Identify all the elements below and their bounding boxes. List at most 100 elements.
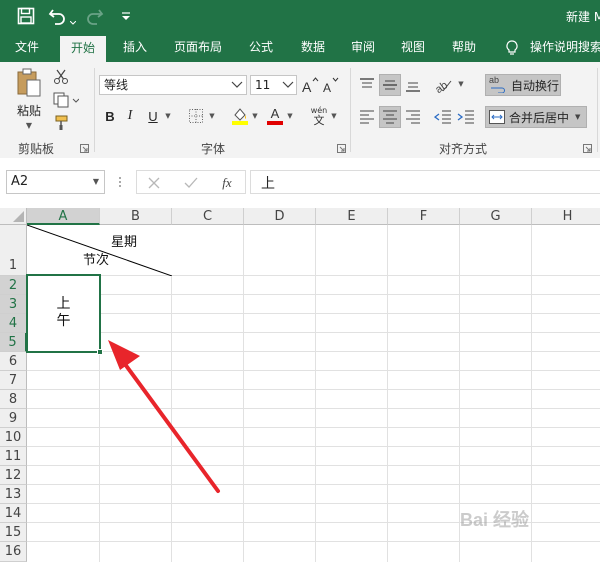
align-bottom-icon[interactable] (402, 74, 424, 96)
tab-page-layout[interactable]: 页面布局 (166, 32, 230, 62)
increase-indent-icon[interactable] (455, 106, 477, 128)
column-header-h[interactable]: H (532, 208, 600, 225)
cancel-icon[interactable] (145, 174, 163, 192)
underline-button[interactable]: U (145, 106, 161, 126)
row-header-5[interactable]: 5 (0, 333, 27, 352)
column-header-a[interactable]: A (27, 208, 100, 225)
column-header-e[interactable]: E (316, 208, 388, 225)
row-header-3[interactable]: 3 (0, 295, 27, 314)
font-name-dropdown-icon[interactable] (230, 78, 244, 92)
paste-dropdown-icon: ▼ (25, 121, 33, 130)
tab-insert[interactable]: 插入 (113, 32, 157, 62)
tab-review[interactable]: 审阅 (342, 32, 384, 62)
borders-dropdown-icon[interactable]: ▼ (208, 112, 216, 120)
decrease-font-icon[interactable]: A (322, 75, 340, 95)
clipboard-icon (16, 68, 42, 98)
row-header-1[interactable]: 1 (0, 225, 27, 276)
tab-help[interactable]: 帮助 (443, 32, 485, 62)
save-icon[interactable] (17, 7, 35, 25)
row-header-6[interactable]: 6 (0, 352, 27, 371)
divider (350, 68, 351, 152)
tab-file[interactable]: 文件 (6, 32, 48, 62)
formula-input[interactable]: 上 (250, 170, 600, 194)
column-header-b[interactable]: B (100, 208, 172, 225)
tab-home[interactable]: 开始 (60, 36, 106, 62)
align-top-icon[interactable] (356, 74, 378, 96)
window-title: 新建 M (566, 10, 600, 24)
font-launcher-icon[interactable] (337, 144, 346, 153)
gridline (100, 294, 600, 295)
underline-dropdown-icon[interactable]: ▼ (164, 112, 172, 120)
align-middle-icon[interactable] (379, 74, 401, 96)
insert-function-button[interactable]: fx (217, 174, 237, 192)
ribbon-tabs: 文件 开始 插入 页面布局 公式 数据 审阅 视图 帮助 操作说明搜索 (0, 32, 600, 62)
enter-icon[interactable] (182, 174, 200, 192)
row-header-7[interactable]: 7 (0, 371, 27, 390)
fill-color-icon[interactable] (231, 106, 249, 126)
phonetic-base-glyph: 文 (313, 113, 325, 127)
column-header-g[interactable]: G (460, 208, 532, 225)
row-header-16[interactable]: 16 (0, 542, 27, 562)
tab-view[interactable]: 视图 (392, 32, 434, 62)
clipboard-launcher-icon[interactable] (80, 144, 89, 153)
row-header-12[interactable]: 12 (0, 466, 27, 485)
row-header-9[interactable]: 9 (0, 409, 27, 428)
merged-cell-a1-b1[interactable]: 星期 节次 (27, 225, 172, 276)
gridline (27, 503, 600, 504)
copy-icon[interactable] (52, 91, 80, 109)
undo-icon[interactable] (48, 7, 68, 25)
tab-formulas[interactable]: 公式 (240, 32, 282, 62)
phonetic-icon[interactable]: wén 文 (308, 105, 330, 127)
format-painter-icon[interactable] (52, 114, 70, 132)
bold-button[interactable]: B (102, 106, 118, 126)
merge-center-icon (489, 110, 505, 124)
fill-color-dropdown-icon[interactable]: ▼ (251, 112, 259, 120)
alignment-launcher-icon[interactable] (583, 144, 592, 153)
cut-icon[interactable] (52, 68, 70, 86)
column-header-c[interactable]: C (172, 208, 244, 225)
font-name-box[interactable]: 等线 (99, 75, 247, 95)
merge-center-label: 合并后居中 (509, 110, 570, 125)
redo-icon[interactable] (84, 7, 104, 25)
font-size-dropdown-icon[interactable] (281, 78, 295, 92)
orientation-dropdown-icon[interactable]: ▼ (457, 80, 465, 88)
title-bar: 新建 M (0, 0, 600, 32)
align-center-icon[interactable] (379, 106, 401, 128)
customize-toolbar-icon[interactable] (121, 11, 131, 21)
tell-me-search[interactable]: 操作说明搜索 (530, 32, 600, 62)
row-header-2[interactable]: 2 (0, 276, 27, 295)
column-header-d[interactable]: D (244, 208, 316, 225)
font-color-dropdown-icon[interactable]: ▼ (286, 112, 294, 120)
svg-text:A: A (323, 81, 331, 94)
row-header-13[interactable]: 13 (0, 485, 27, 504)
worksheet-grid[interactable]: A B C D E F G H 1 2 3 4 5 6 7 8 9 10 11 … (0, 208, 600, 562)
font-group-label: 字体 (201, 142, 226, 156)
italic-button[interactable]: I (122, 106, 138, 126)
cell-header-weekday: 星期 (111, 235, 138, 250)
paste-label: 粘贴 (16, 104, 41, 118)
merge-center-button[interactable]: 合并后居中 ▼ (485, 106, 587, 128)
select-all-corner[interactable] (0, 208, 27, 225)
wrap-text-button[interactable]: ab 自动换行 (485, 74, 561, 96)
decrease-indent-icon[interactable] (432, 106, 454, 128)
increase-font-icon[interactable]: A (301, 75, 319, 95)
row-header-15[interactable]: 15 (0, 523, 27, 542)
annotation-arrow (108, 340, 220, 493)
font-color-icon[interactable]: A (266, 106, 284, 126)
row-header-14[interactable]: 14 (0, 504, 27, 523)
row-header-8[interactable]: 8 (0, 390, 27, 409)
undo-dropdown-icon[interactable] (69, 14, 77, 25)
row-header-11[interactable]: 11 (0, 447, 27, 466)
borders-icon[interactable] (188, 108, 204, 124)
align-left-icon[interactable] (356, 106, 378, 128)
row-header-10[interactable]: 10 (0, 428, 27, 447)
column-header-f[interactable]: F (388, 208, 460, 225)
phonetic-dropdown-icon[interactable]: ▼ (330, 112, 338, 120)
merged-cell-a2-a5[interactable]: 上 午 (26, 274, 101, 353)
align-right-icon[interactable] (402, 106, 424, 128)
paste-button[interactable]: 粘贴 ▼ (10, 68, 48, 132)
row-header-4[interactable]: 4 (0, 314, 27, 333)
orientation-icon[interactable]: ab (432, 74, 454, 96)
tab-data[interactable]: 数据 (292, 32, 334, 62)
name-box-dropdown-icon[interactable]: ▼ (90, 175, 102, 187)
